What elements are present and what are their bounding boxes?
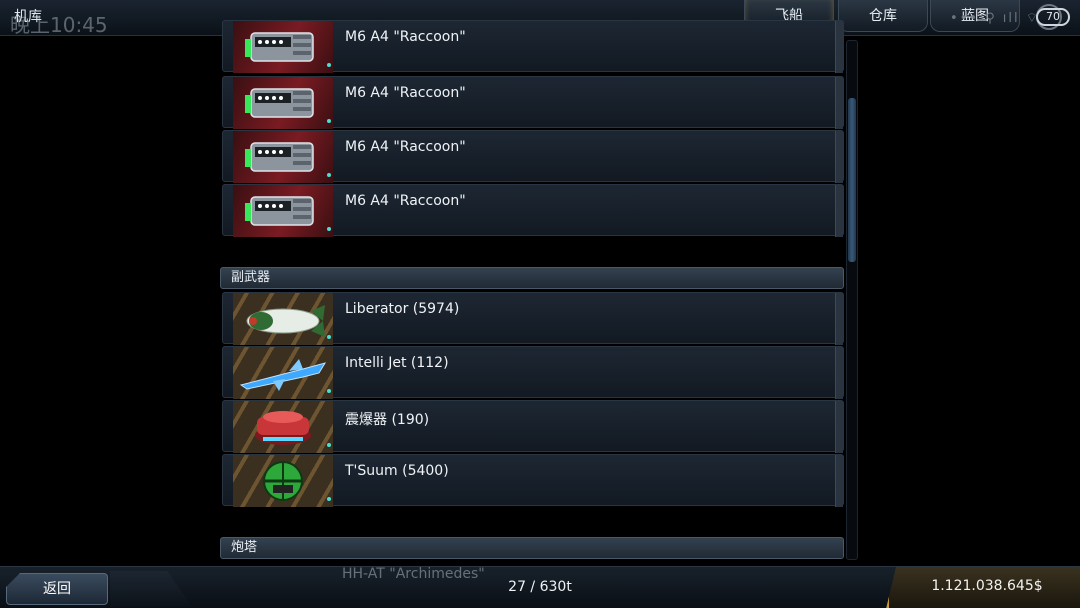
section-header-turrets: 炮塔 <box>220 537 844 559</box>
status-dot <box>327 335 331 339</box>
green-orb-icon <box>233 455 333 507</box>
row-endcap <box>835 131 843 183</box>
row-endcap <box>835 401 843 453</box>
status-dot <box>327 227 331 231</box>
row-endcap <box>835 455 843 507</box>
list-item[interactable]: M6 A4 "Raccoon" <box>222 76 844 129</box>
status-dot <box>327 173 331 177</box>
item-name: M6 A4 "Raccoon" <box>345 85 466 101</box>
partially-visible-item-name: HH-AT "Archimedes" <box>342 566 485 582</box>
row-endcap <box>835 185 843 237</box>
row-endcap <box>835 293 843 345</box>
row-endcap <box>835 21 843 73</box>
cargo-capacity: 27 / 630t <box>508 579 572 595</box>
item-name: M6 A4 "Raccoon" <box>345 139 466 155</box>
list-item[interactable]: M6 A4 "Raccoon" <box>222 184 844 237</box>
gatling-gun-icon <box>233 131 333 183</box>
section-title: 副武器 <box>231 270 271 285</box>
gatling-gun-icon <box>233 185 333 237</box>
gatling-gun-icon <box>233 77 333 129</box>
item-name: T'Suum (5400) <box>345 463 449 479</box>
tab-storage-label: 仓库 <box>869 8 897 24</box>
credits-amount: 1.121.038.645$ <box>931 578 1043 594</box>
page-title: 机库 <box>14 9 42 25</box>
red-mine-icon <box>233 401 333 453</box>
item-name: 震爆器 (190) <box>345 412 430 428</box>
status-dot <box>327 119 331 123</box>
status-dot <box>327 443 331 447</box>
list-item[interactable]: M6 A4 "Raccoon" <box>222 20 844 73</box>
back-button-label: 返回 <box>43 581 71 597</box>
list-item[interactable]: M6 A4 "Raccoon" <box>222 130 844 183</box>
item-name: Intelli Jet (112) <box>345 355 449 371</box>
scrollbar-thumb[interactable] <box>848 98 856 262</box>
row-endcap <box>835 347 843 399</box>
list-item[interactable]: Intelli Jet (112) <box>222 346 844 399</box>
blue-rocket-icon <box>233 347 333 399</box>
list-item[interactable]: Liberator (5974) <box>222 292 844 345</box>
back-decoration <box>110 571 192 607</box>
battery-icon: 70 <box>1036 8 1070 26</box>
gatling-gun-icon <box>233 21 333 73</box>
item-name: M6 A4 "Raccoon" <box>345 29 466 45</box>
status-dot <box>327 389 331 393</box>
item-name: M6 A4 "Raccoon" <box>345 193 466 209</box>
bottom-bar: 返回 27 / 630t 1.121.038.645$ <box>0 566 1080 608</box>
row-endcap <box>835 77 843 129</box>
section-title: 炮塔 <box>231 540 258 555</box>
item-list[interactable]: M6 A4 "Raccoon" M6 A4 "Raccoon" M6 A4 "R… <box>220 20 860 568</box>
status-dot <box>327 63 331 67</box>
back-button[interactable]: 返回 <box>6 573 108 605</box>
status-dot <box>327 497 331 501</box>
list-item[interactable]: 震爆器 (190) <box>222 400 844 453</box>
list-item[interactable]: T'Suum (5400) <box>222 454 844 507</box>
missile-icon <box>233 293 333 345</box>
section-header-secondary: 副武器 <box>220 267 844 289</box>
item-name: Liberator (5974) <box>345 301 460 317</box>
